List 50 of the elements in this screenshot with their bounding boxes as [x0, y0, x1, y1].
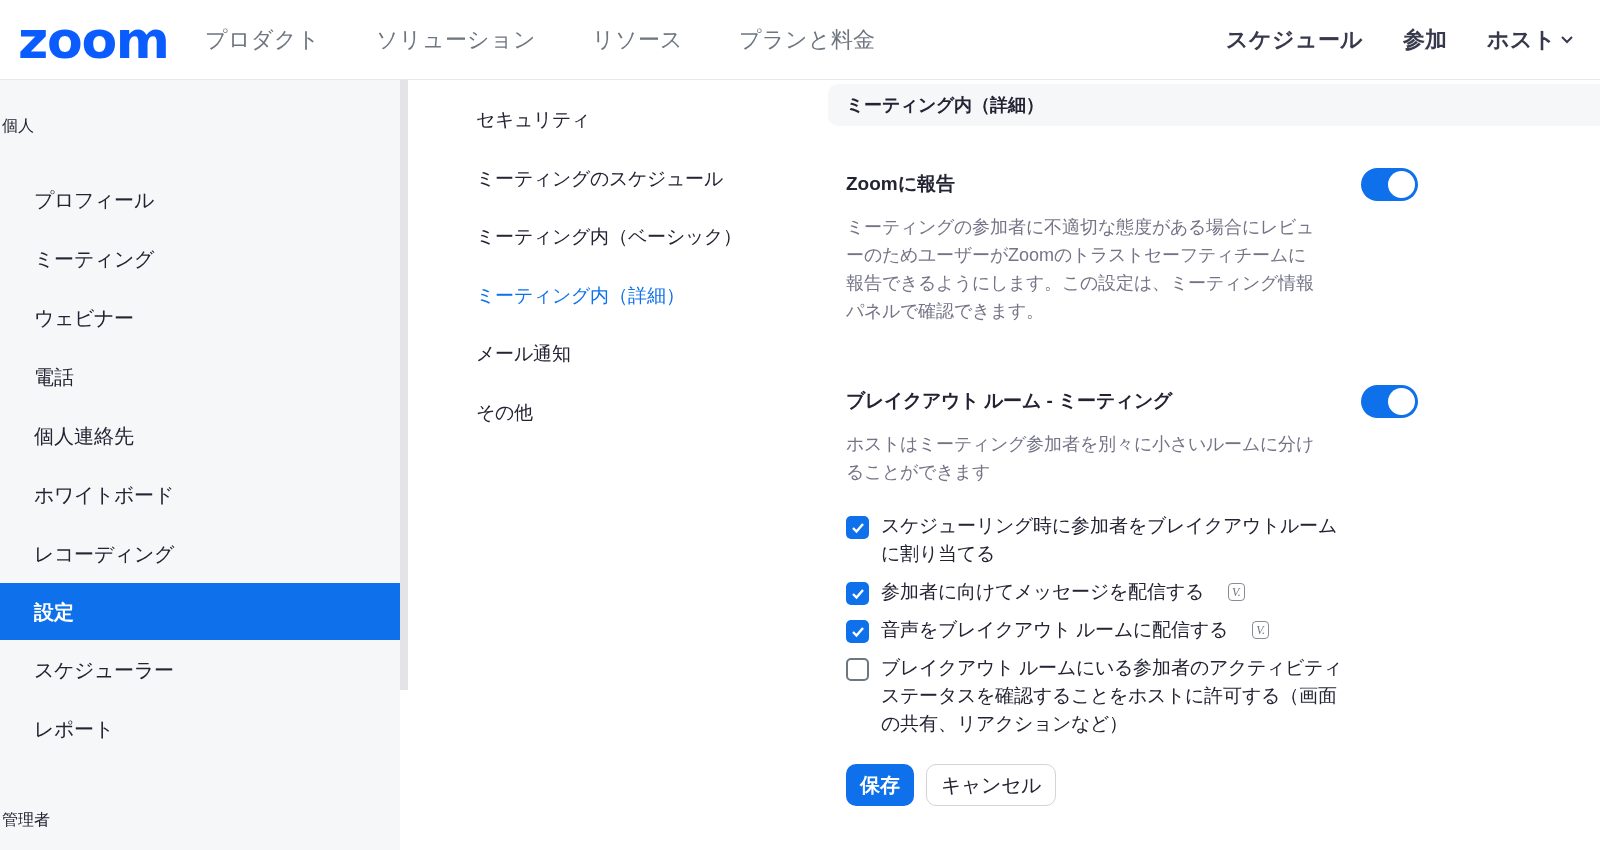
- nav-link[interactable]: スケジュール: [1226, 23, 1363, 56]
- nav-link[interactable]: ソリューション: [375, 23, 536, 56]
- sidebar-item[interactable]: 設定: [0, 583, 400, 640]
- version-badge: V.: [1252, 621, 1270, 639]
- checkbox-label: スケジューリング時に参加者をブレイクアウトルームに割り当てる: [881, 514, 1338, 566]
- scrollbar[interactable]: [400, 80, 408, 690]
- nav-link[interactable]: 参加: [1403, 23, 1447, 56]
- toggle-switch[interactable]: [1361, 385, 1418, 418]
- setting-title: ブレイクアウト ルーム - ミーティング: [846, 389, 1173, 414]
- checkmark-icon: [850, 521, 865, 534]
- checkbox-label: ブレイクアウト ルームにいる参加者のアクティビティステータスを確認することをホストに許可する（画面の共有、リアクションなど）: [881, 656, 1344, 736]
- checkbox[interactable]: [846, 516, 869, 539]
- nav-link[interactable]: リソース: [591, 23, 683, 56]
- checkbox[interactable]: [846, 582, 869, 605]
- checkbox-label: 参加者に向けてメッセージを配信する: [881, 580, 1204, 604]
- cancel-button[interactable]: キャンセル: [926, 764, 1056, 806]
- sidebar-item[interactable]: スケジューラー: [0, 640, 400, 699]
- chevron-down-icon: [1560, 34, 1574, 45]
- section-header: ミーティング内（詳細）: [828, 84, 1600, 126]
- subnav-link[interactable]: セキュリティ: [476, 106, 808, 135]
- setting-description: ミーティングの参加者に不適切な態度がある場合にレビューのためユーザーがZoomのトラストセーフティチームに報告できるようにします。この設定は、ミーティング情報パネルで確認できます。: [846, 216, 1315, 323]
- sidebar-item[interactable]: ウェビナー: [0, 288, 400, 347]
- sidebar-item[interactable]: レコーディング: [0, 524, 400, 583]
- sidebar-item[interactable]: プロフィール: [0, 170, 400, 229]
- sidebar-item[interactable]: レポート: [0, 699, 400, 758]
- nav-link[interactable]: プロダクト: [204, 23, 320, 56]
- sidebar-item[interactable]: 電話: [0, 347, 400, 406]
- sidebar-item[interactable]: ホワイトボード: [0, 465, 400, 524]
- subnav-link[interactable]: ミーティング内（詳細）: [476, 281, 808, 310]
- subnav-link[interactable]: ミーティング内（ベーシック）: [476, 223, 808, 252]
- checkbox[interactable]: [846, 620, 869, 643]
- toggle-switch[interactable]: [1361, 168, 1418, 201]
- version-badge: V.: [1228, 583, 1245, 601]
- nav-link[interactable]: プランと料金: [738, 23, 875, 56]
- subnav-link[interactable]: ミーティングのスケジュール: [476, 164, 808, 193]
- checkmark-icon: [850, 625, 865, 638]
- sidebar-section-title: 管理者: [1, 810, 51, 830]
- sidebar-item[interactable]: ミーティング: [0, 229, 400, 288]
- sidebar-section-title: 個人: [1, 116, 35, 136]
- zoom-logo[interactable]: zoom: [18, 13, 169, 66]
- checkmark-icon: [850, 587, 865, 600]
- setting-title: Zoomに報告: [846, 172, 955, 197]
- sidebar-item[interactable]: 個人連絡先: [0, 406, 400, 465]
- save-button[interactable]: 保存: [846, 764, 914, 806]
- subnav-link[interactable]: メール通知: [476, 340, 808, 369]
- checkbox[interactable]: [846, 658, 869, 681]
- setting-description: ホストはミーティング参加者を別々に小さいルームに分けることができます: [846, 433, 1315, 484]
- nav-dropdown[interactable]: ホスト: [1487, 23, 1574, 56]
- checkbox-label: 音声をブレイクアウト ルームに配信する: [881, 618, 1229, 642]
- subnav-link[interactable]: その他: [476, 398, 808, 427]
